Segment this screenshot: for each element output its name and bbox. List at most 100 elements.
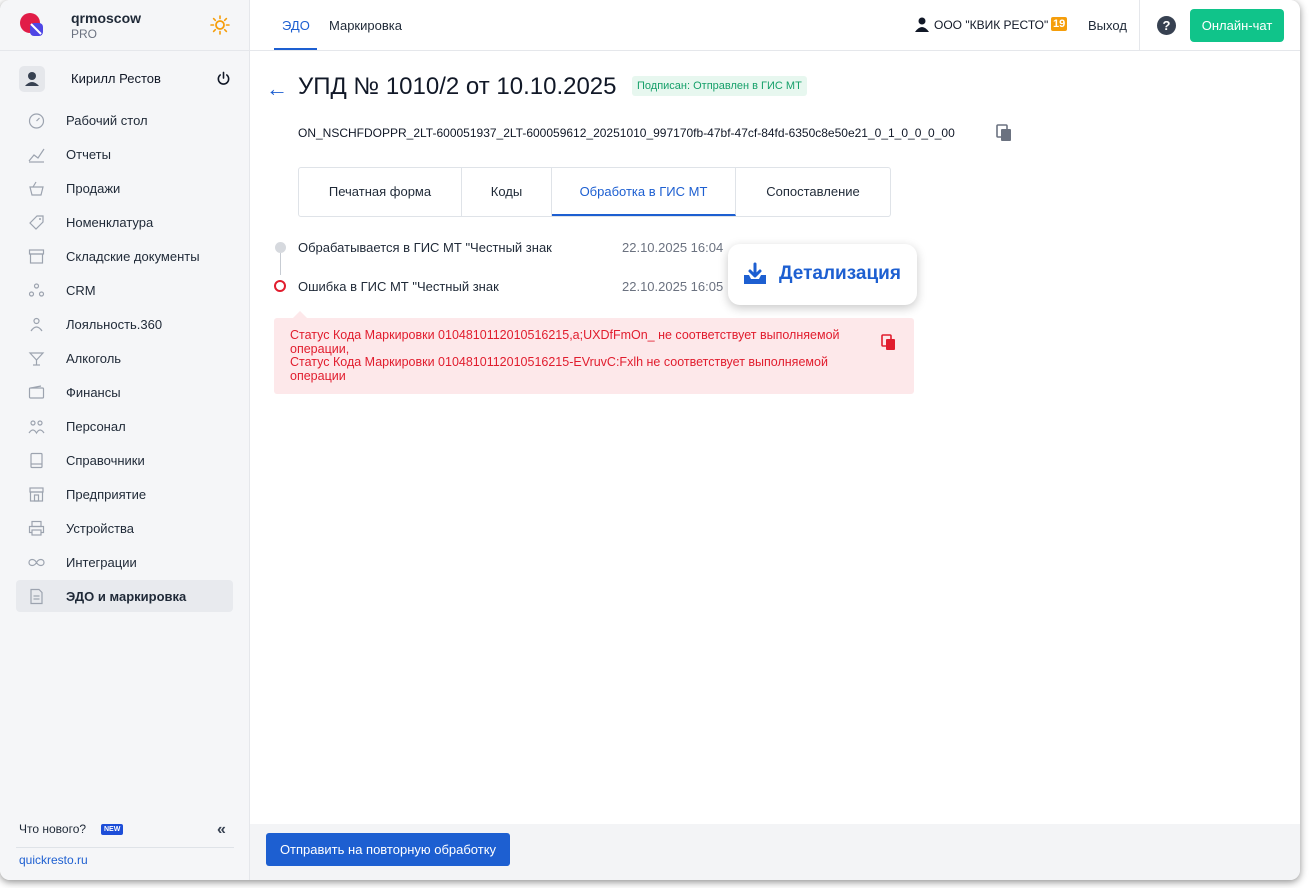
page-title: УПД № 1010/2 от 10.10.2025 — [298, 73, 617, 100]
book-icon — [30, 452, 43, 469]
tab-matching[interactable]: Сопоставление — [736, 168, 890, 216]
tab-gis-processing[interactable]: Обработка в ГИС МТ — [552, 168, 736, 216]
tab-marking[interactable]: Маркировка — [329, 18, 402, 33]
sidebar-item-label: Продажи — [66, 181, 121, 196]
sidebar-item-label: Интеграции — [66, 555, 137, 570]
sidebar-item-printer[interactable]: Устройства — [16, 512, 233, 544]
user-icon — [25, 72, 39, 86]
basket-icon — [29, 181, 44, 196]
sidebar-item-label: Предприятие — [66, 487, 147, 502]
download-icon — [744, 262, 766, 284]
sidebar-item-label: Устройства — [66, 521, 135, 536]
sidebar-item-label: Номенклатура — [66, 215, 154, 230]
sidebar-item-tag[interactable]: Номенклатура — [16, 206, 233, 238]
sidebar-item-wallet[interactable]: Финансы — [16, 376, 233, 408]
tab-codes[interactable]: Коды — [462, 168, 552, 216]
timeline-dot-error — [274, 280, 286, 292]
wallet-icon — [28, 385, 45, 399]
timeline-step-label: Ошибка в ГИС МТ "Честный знак — [298, 279, 499, 294]
timeline-dot-done — [275, 242, 286, 253]
infinity-icon — [28, 558, 45, 567]
tag-icon — [29, 215, 44, 230]
tab-edo[interactable]: ЭДО — [282, 18, 310, 33]
sidebar-item-dashboard[interactable]: Рабочий стол — [16, 104, 233, 136]
sidebar-nav: Рабочий стол Отчеты Продажи Номенклатура Скл… — [16, 104, 233, 614]
sidebar-item-label: Складские документы — [66, 249, 200, 264]
document-icon — [30, 588, 43, 605]
sidebar: qrmoscow PRO Кирилл Рестов Рабочий стол … — [0, 0, 250, 880]
copy-icon[interactable] — [996, 124, 1012, 142]
organization-selector[interactable]: ООО "КВИК РЕСТО" — [934, 18, 1048, 32]
topbar: ЭДО Маркировка ООО "КВИК РЕСТО" 19 Выход… — [250, 0, 1300, 51]
app-window: qrmoscow PRO Кирилл Рестов Рабочий стол … — [0, 0, 1300, 880]
sidebar-item-label: Алкоголь — [66, 351, 122, 366]
dashboard-icon — [28, 113, 45, 129]
staff-icon — [28, 420, 45, 435]
online-chat-button[interactable]: Онлайн-чат — [1190, 9, 1284, 42]
status-badge: Подписан: Отправлен в ГИС МТ — [632, 76, 807, 96]
sidebar-item-document[interactable]: ЭДО и маркировка — [16, 580, 233, 612]
theme-toggle-icon[interactable] — [210, 15, 230, 35]
back-arrow-icon[interactable]: ← — [266, 76, 288, 102]
details-button[interactable]: Детализация — [728, 244, 917, 305]
sidebar-item-people[interactable]: CRM — [16, 274, 233, 306]
sidebar-item-label: Справочники — [66, 453, 145, 468]
help-icon[interactable]: ? — [1157, 16, 1176, 35]
brand-name: qrmoscow — [71, 10, 142, 26]
whats-new-link[interactable]: Что нового? — [19, 822, 86, 836]
new-badge: NEW — [101, 824, 124, 835]
sidebar-item-cocktail[interactable]: Алкоголь — [16, 342, 233, 374]
sidebar-item-archive[interactable]: Складские документы — [16, 240, 233, 272]
collapse-sidebar-icon[interactable]: « — [217, 821, 226, 839]
cocktail-icon — [28, 352, 45, 366]
tab-edo-underline — [274, 48, 317, 50]
error-box-pointer — [293, 311, 307, 318]
sidebar-item-label: Лояльность.360 — [66, 317, 163, 332]
user-row[interactable]: Кирилл Рестов — [0, 62, 250, 96]
sidebar-item-loyalty[interactable]: Лояльность.360 — [16, 308, 233, 340]
printer-icon — [28, 520, 45, 536]
user-icon — [915, 17, 929, 32]
archive-icon — [28, 249, 45, 264]
sidebar-item-label: Рабочий стол — [66, 113, 148, 128]
details-button-label: Детализация — [779, 263, 901, 284]
site-link[interactable]: quickresto.ru — [19, 853, 88, 867]
sidebar-item-label: CRM — [66, 283, 96, 298]
sidebar-item-label: ЭДО и маркировка — [66, 589, 187, 604]
people-icon — [28, 283, 45, 297]
logout-link[interactable]: Выход — [1088, 18, 1127, 33]
sidebar-item-label: Персонал — [66, 419, 126, 434]
copy-error-icon[interactable] — [881, 334, 896, 351]
document-filename: ON_NSCHFDOPPR_2LT-600051937_2LT-60005961… — [298, 126, 955, 140]
loyalty-icon — [30, 317, 43, 332]
sidebar-divider — [16, 847, 234, 848]
brand-plan: PRO — [71, 27, 98, 41]
timeline-step-label: Обрабатывается в ГИС МТ "Честный знак — [298, 240, 552, 255]
timeline-connector — [280, 253, 281, 275]
error-message-text: Статус Кода Маркировки 01048101120105162… — [290, 328, 840, 383]
sidebar-item-infinity[interactable]: Интеграции — [16, 546, 233, 578]
document-tabs: Печатная форма Коды Обработка в ГИС МТ С… — [298, 167, 891, 217]
error-message-box: Статус Кода Маркировки 01048101120105162… — [274, 318, 914, 394]
store-icon — [29, 487, 44, 502]
footer-bar: Отправить на повторную обработку — [250, 824, 1300, 880]
user-name: Кирилл Рестов — [71, 71, 161, 86]
sidebar-item-label: Отчеты — [66, 147, 111, 162]
sidebar-item-book[interactable]: Справочники — [16, 444, 233, 476]
timeline-step-time: 22.10.2025 16:04 — [622, 240, 724, 255]
sidebar-item-store[interactable]: Предприятие — [16, 478, 233, 510]
avatar — [19, 66, 45, 92]
sidebar-item-label: Финансы — [66, 385, 121, 400]
sidebar-item-chart[interactable]: Отчеты — [16, 138, 233, 170]
resend-processing-button[interactable]: Отправить на повторную обработку — [266, 833, 510, 866]
sidebar-item-basket[interactable]: Продажи — [16, 172, 233, 204]
chart-icon — [28, 148, 45, 163]
power-icon[interactable] — [216, 71, 231, 86]
timeline-step-time: 22.10.2025 16:05 — [622, 279, 724, 294]
sidebar-item-staff[interactable]: Персонал — [16, 410, 233, 442]
brand-header: qrmoscow PRO — [0, 0, 250, 51]
logo-icon[interactable] — [19, 12, 45, 38]
org-count-badge: 19 — [1051, 17, 1068, 31]
topbar-divider — [1139, 0, 1140, 51]
tab-print-form[interactable]: Печатная форма — [299, 168, 462, 216]
